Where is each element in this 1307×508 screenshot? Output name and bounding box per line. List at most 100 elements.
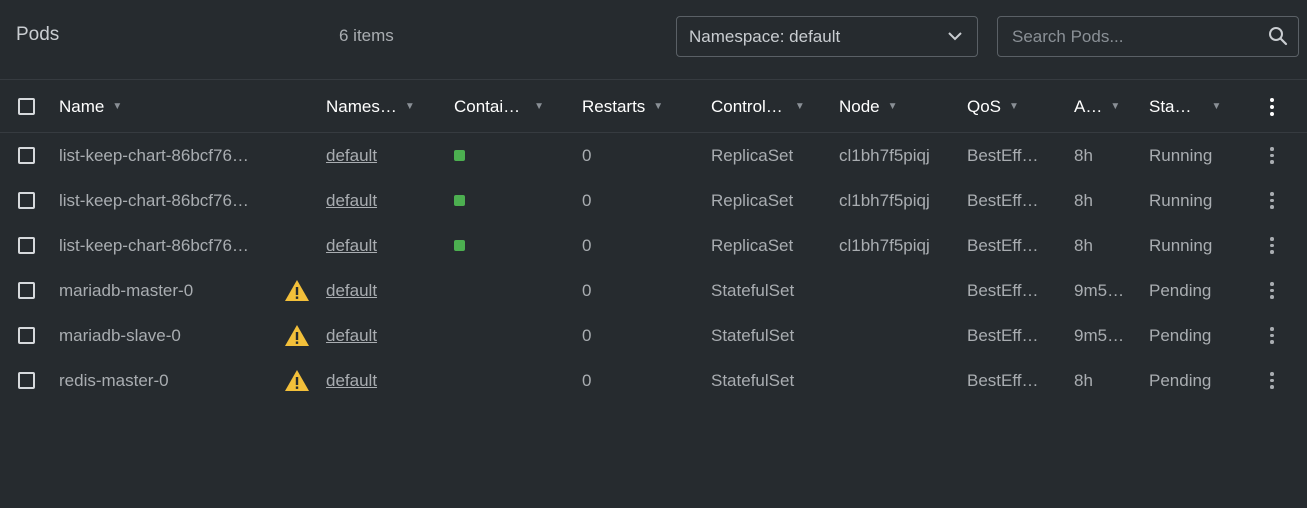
controlled-by-link[interactable]: ReplicaSet — [711, 223, 831, 268]
row-checkbox-cell[interactable] — [18, 178, 38, 223]
node-link[interactable]: cl1bh7f5piqj — [839, 223, 959, 268]
container-status-icon[interactable] — [454, 178, 474, 223]
pod-name[interactable]: redis-master-0 — [59, 358, 271, 403]
controlled-by-link[interactable]: ReplicaSet — [711, 178, 831, 223]
restarts-value: 0 — [582, 370, 592, 390]
table-row[interactable]: list-keep-chart-86bcf76… default 0 ReplicaS… — [0, 223, 1307, 268]
select-all-checkbox[interactable] — [18, 98, 35, 115]
node-link[interactable]: cl1bh7f5piqj — [839, 178, 959, 223]
table-row[interactable]: list-keep-chart-86bcf76… default 0 ReplicaS… — [0, 178, 1307, 223]
namespace-link[interactable]: default — [326, 223, 436, 268]
table-row[interactable]: redis-master-0 default 0 StatefulSet BestEff… — [0, 358, 1307, 403]
item-count: 6 items — [339, 26, 394, 45]
status-value: Running — [1149, 235, 1213, 255]
controlled-by-link[interactable]: StatefulSet — [711, 313, 831, 358]
age-value: 9m5… — [1074, 280, 1125, 300]
column-header-containers[interactable]: Contai… ▼ — [454, 81, 569, 132]
sort-icon: ▼ — [653, 101, 664, 112]
sort-icon: ▼ — [404, 101, 415, 112]
column-header-namespace[interactable]: Names… ▼ — [326, 81, 436, 132]
namespace-link[interactable]: default — [326, 268, 436, 313]
namespace-link[interactable]: default — [326, 133, 436, 178]
age-value: 8h — [1074, 145, 1093, 165]
search-icon[interactable] — [1268, 26, 1288, 46]
pod-name[interactable]: mariadb-master-0 — [59, 268, 271, 313]
row-checkbox[interactable] — [18, 282, 35, 299]
column-header-controlled-by[interactable]: Control… ▼ — [711, 81, 826, 132]
table-row[interactable]: mariadb-master-0 default 0 StatefulSet BestE… — [0, 268, 1307, 313]
column-header-age[interactable]: A… ▼ — [1074, 81, 1139, 132]
column-label: QoS — [967, 96, 1002, 116]
column-header-status[interactable]: Sta… ▼ — [1149, 81, 1234, 132]
row-checkbox-cell[interactable] — [18, 358, 38, 403]
namespace-link[interactable]: default — [326, 358, 436, 403]
kebab-menu-icon — [1270, 192, 1274, 209]
sort-icon: ▼ — [534, 101, 545, 112]
kebab-menu-icon — [1270, 97, 1274, 116]
row-menu-button[interactable] — [1262, 178, 1282, 223]
column-label: Control… — [711, 96, 783, 116]
table-body: list-keep-chart-86bcf76… default 0 ReplicaS… — [0, 133, 1307, 403]
column-label: A… — [1074, 96, 1103, 116]
container-status-icon[interactable] — [454, 223, 474, 268]
namespace-link[interactable]: default — [326, 313, 436, 358]
row-menu-button[interactable] — [1262, 358, 1282, 403]
namespace-link[interactable]: default — [326, 178, 436, 223]
restarts-value: 0 — [582, 190, 592, 210]
sort-icon: ▼ — [1211, 101, 1222, 112]
restarts-value: 0 — [582, 145, 592, 165]
kebab-menu-icon — [1270, 147, 1274, 164]
table-row[interactable]: mariadb-slave-0 default 0 StatefulSet BestEf… — [0, 313, 1307, 358]
row-checkbox[interactable] — [18, 327, 35, 344]
pod-name[interactable]: list-keep-chart-86bcf76… — [59, 133, 271, 178]
search-input[interactable] — [997, 16, 1299, 57]
page-title: Pods — [16, 24, 60, 45]
warning-icon[interactable] — [284, 268, 311, 313]
qos-value: BestEff… — [967, 280, 1039, 300]
namespace-select[interactable]: Namespace: default — [676, 16, 978, 57]
row-menu-button[interactable] — [1262, 268, 1282, 313]
column-header-qos[interactable]: QoS ▼ — [967, 81, 1057, 132]
column-header-name[interactable]: Name ▼ — [59, 81, 299, 132]
sort-icon: ▼ — [794, 101, 805, 112]
node-link[interactable]: cl1bh7f5piqj — [839, 133, 959, 178]
node-link[interactable] — [839, 268, 959, 313]
controlled-by-link[interactable]: StatefulSet — [711, 268, 831, 313]
select-all-checkbox-cell[interactable] — [18, 81, 38, 132]
column-menu-button[interactable] — [1262, 81, 1282, 132]
sort-icon: ▼ — [887, 101, 898, 112]
row-checkbox-cell[interactable] — [18, 268, 38, 313]
row-checkbox[interactable] — [18, 192, 35, 209]
pod-name[interactable]: mariadb-slave-0 — [59, 313, 271, 358]
sort-icon: ▼ — [112, 101, 123, 112]
row-menu-button[interactable] — [1262, 133, 1282, 178]
top-bar: Pods 6 items Namespace: default — [0, 0, 1307, 80]
pod-name[interactable]: list-keep-chart-86bcf76… — [59, 178, 271, 223]
column-label: Restarts — [582, 96, 646, 116]
warning-icon[interactable] — [284, 358, 311, 403]
restarts-value: 0 — [582, 325, 592, 345]
row-checkbox-cell[interactable] — [18, 223, 38, 268]
row-checkbox-cell[interactable] — [18, 133, 38, 178]
qos-value: BestEff… — [967, 235, 1039, 255]
column-header-restarts[interactable]: Restarts ▼ — [582, 81, 697, 132]
pod-name[interactable]: list-keep-chart-86bcf76… — [59, 223, 271, 268]
controlled-by-link[interactable]: ReplicaSet — [711, 133, 831, 178]
warning-icon[interactable] — [284, 313, 311, 358]
row-checkbox[interactable] — [18, 237, 35, 254]
row-checkbox-cell[interactable] — [18, 313, 38, 358]
age-value: 9m5… — [1074, 325, 1125, 345]
node-link[interactable] — [839, 313, 959, 358]
pods-table: Name ▼ Names… ▼ Contai… ▼ Restarts ▼ Control… — [0, 81, 1307, 403]
kebab-menu-icon — [1270, 282, 1274, 299]
row-checkbox[interactable] — [18, 147, 35, 164]
column-header-node[interactable]: Node ▼ — [839, 81, 954, 132]
container-status-icon[interactable] — [454, 133, 474, 178]
row-checkbox[interactable] — [18, 372, 35, 389]
node-link[interactable] — [839, 358, 959, 403]
row-menu-button[interactable] — [1262, 223, 1282, 268]
table-row[interactable]: list-keep-chart-86bcf76… default 0 ReplicaS… — [0, 133, 1307, 178]
row-menu-button[interactable] — [1262, 313, 1282, 358]
qos-value: BestEff… — [967, 190, 1039, 210]
controlled-by-link[interactable]: StatefulSet — [711, 358, 831, 403]
